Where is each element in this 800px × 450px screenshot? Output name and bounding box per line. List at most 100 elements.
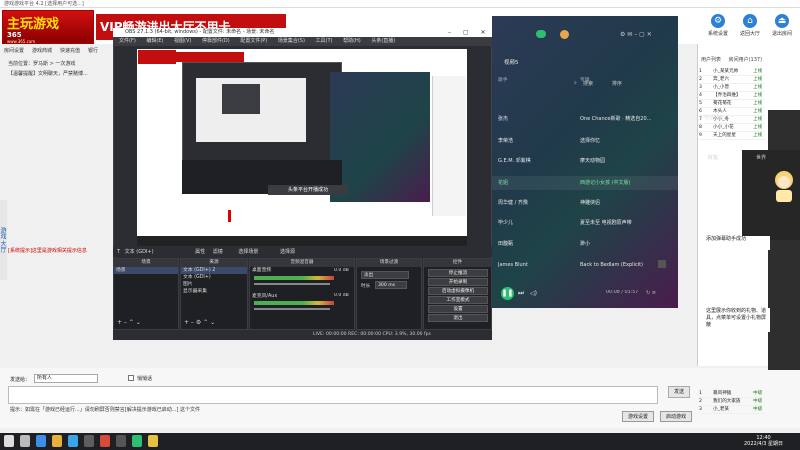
start-recording-button[interactable]: 开始录制 xyxy=(428,278,488,286)
chat-tab-world[interactable]: 世界 xyxy=(756,154,766,161)
file-explorer-icon[interactable] xyxy=(52,435,62,447)
menu-toutiao[interactable]: 头条(直播) xyxy=(371,38,395,44)
edge-icon[interactable] xyxy=(68,435,78,447)
list-item[interactable]: 毕少儿 夏至未至 电视剧原声带 xyxy=(492,216,678,230)
table-row[interactable]: 9 天上的星星 上线 xyxy=(699,132,765,140)
source-item[interactable]: 图片 xyxy=(181,281,247,288)
list-item[interactable]: 田馥甄 渺小 xyxy=(492,237,678,251)
game-icon[interactable] xyxy=(148,435,158,447)
table-row[interactable]: 3 小_老某 中级 xyxy=(699,406,765,414)
player-state: 上线 xyxy=(753,69,763,74)
whisper-checkbox[interactable] xyxy=(128,375,134,381)
volume-slider[interactable] xyxy=(254,308,330,310)
player-name: 天上的星星 xyxy=(713,133,736,138)
app-icon[interactable] xyxy=(100,435,110,447)
task-view-icon[interactable] xyxy=(36,435,46,447)
close-icon[interactable]: ✕ xyxy=(481,29,486,36)
minimize-icon[interactable]: – xyxy=(448,29,451,36)
add-source-icon[interactable]: + – ⚙ ⌃ ⌄ xyxy=(184,319,215,326)
tab-user-list[interactable]: 用户列表 xyxy=(701,57,721,63)
table-row[interactable]: 2 我们的大家族 中级 xyxy=(699,398,765,406)
select-scene-button[interactable]: 选择场景 xyxy=(238,249,258,255)
list-item-playing[interactable]: 花姐 西游记小女孩 (中文版) xyxy=(492,176,678,190)
scenes-dock-header: 场景 xyxy=(114,259,178,267)
preview-logo xyxy=(138,50,176,64)
exit-room-button[interactable]: ⏏ 退出房间 xyxy=(768,14,796,42)
maximize-icon[interactable]: ▢ xyxy=(463,29,469,36)
sort-button[interactable]: 排序 xyxy=(612,80,622,87)
music-icon[interactable] xyxy=(132,435,142,447)
menu-edit[interactable]: 编辑(E) xyxy=(146,38,163,44)
list-item[interactable]: 张杰 One Chance新歌 · 精选自20... xyxy=(492,112,678,126)
left-rail-tab[interactable]: 游戏 大厅 xyxy=(0,200,7,280)
tab-room-users[interactable]: 房间用户(137) xyxy=(729,57,762,63)
menu-tools[interactable]: 工具(T) xyxy=(316,38,333,44)
virtual-camera-button[interactable]: 启动虚拟摄像机 xyxy=(428,287,488,295)
table-row[interactable]: 1 暴风神猿 中级 xyxy=(699,390,765,398)
table-row[interactable]: 5 菊花菊花 上线 xyxy=(699,100,765,108)
toolbar-bank[interactable]: 银行 xyxy=(88,46,104,56)
preview-banner xyxy=(176,52,244,62)
return-lobby-button[interactable]: ⌂ 返回大厅 xyxy=(736,14,764,42)
toolbar-shop[interactable]: 游戏商城 xyxy=(32,46,58,56)
player-state: 上线 xyxy=(753,117,763,122)
menu-profile[interactable]: 配置文件(P) xyxy=(240,38,267,44)
start-game-button[interactable]: 启动游戏 xyxy=(660,411,692,422)
whisper-label: 悄悄话 xyxy=(137,376,153,382)
studio-mode-button[interactable]: 工作室模式 xyxy=(428,296,488,304)
menu-docks[interactable]: 停靠部件(D) xyxy=(202,38,230,44)
menu-help[interactable]: 帮助(H) xyxy=(343,38,361,44)
send-button[interactable]: 发送 xyxy=(668,386,690,398)
add-scene-icon[interactable]: + – ⌃ ⌄ xyxy=(117,319,141,326)
table-row[interactable]: 8 小小_小花 上线 xyxy=(699,124,765,132)
stop-streaming-button[interactable]: 停止推流 xyxy=(428,269,488,277)
select-source-button[interactable]: 选择源 xyxy=(280,249,295,255)
list-item[interactable]: 李荣浩 选择你忆 xyxy=(492,134,678,148)
source-item[interactable]: 显示器采集 xyxy=(181,288,247,295)
preview-red-marker xyxy=(228,210,231,222)
filters-button[interactable]: 滤镜 xyxy=(213,249,223,255)
game-settings-button[interactable]: 游戏设置 xyxy=(622,411,654,422)
pause-button[interactable]: ❚❚ xyxy=(501,287,514,300)
transition-select[interactable]: 淡出 xyxy=(361,271,409,279)
volume-icon[interactable]: ◁) xyxy=(530,290,537,297)
chat-tab-friends[interactable]: 好友 xyxy=(708,154,718,161)
player-name: 菊花菊花 xyxy=(713,101,732,106)
send-target-select[interactable]: 所有人 xyxy=(34,374,98,383)
duration-input[interactable]: 300 ms xyxy=(375,281,407,289)
toolbar-recharge[interactable]: 快速充值 xyxy=(60,46,86,56)
list-item[interactable]: G.E.M. 邓紫棋 摩天动物园 xyxy=(492,154,678,168)
store-icon[interactable] xyxy=(84,435,94,447)
menu-file[interactable]: 文件(F) xyxy=(119,38,136,44)
next-icon[interactable]: ⏭ xyxy=(518,289,524,298)
chat-input[interactable] xyxy=(8,386,658,404)
more-icon[interactable] xyxy=(658,260,666,268)
table-row[interactable]: 4 【乔治四维】 上线 xyxy=(699,92,765,100)
window-controls[interactable]: ⚙ ✉ – ▢ ✕ xyxy=(620,31,652,38)
volume-slider[interactable] xyxy=(254,283,330,285)
menu-view[interactable]: 视图(V) xyxy=(174,38,191,44)
player-state: 上线 xyxy=(753,125,763,130)
player-state: 中级 xyxy=(753,391,763,396)
tray-clock[interactable]: 12:40 2022/4/3 星期日 xyxy=(744,435,783,447)
table-row[interactable]: 3 小_小曾 上线 xyxy=(699,84,765,92)
avatar[interactable] xyxy=(560,30,569,39)
properties-button[interactable]: 属性 xyxy=(195,249,205,255)
source-item[interactable]: 文本 (GDI+) 2 xyxy=(181,267,247,274)
playback-mode-icon[interactable]: ↻ ≡ xyxy=(646,290,656,296)
settings-button[interactable]: 设置 xyxy=(428,305,488,313)
scene-item[interactable]: 场景 xyxy=(114,267,178,274)
menu-scene-collection[interactable]: 场景集合(S) xyxy=(278,38,305,44)
toolbar-room-settings[interactable]: 房间设置 xyxy=(4,46,30,56)
system-settings-button[interactable]: ⚙ 系统设置 xyxy=(704,14,732,42)
list-item[interactable]: James Blunt Back to Bedlam (Explicit) xyxy=(492,258,678,272)
exit-button[interactable]: 退出 xyxy=(428,314,488,322)
table-row[interactable]: 2 奔_老六 上线 xyxy=(699,76,765,84)
search-icon[interactable]: ⌕ xyxy=(574,80,577,86)
source-item[interactable]: 文本 (GDI+) xyxy=(181,274,247,281)
windows-start-icon[interactable] xyxy=(4,435,14,447)
list-item[interactable]: 周华健 / 齐豫 神雕侠侣 xyxy=(492,196,678,210)
obs-icon[interactable] xyxy=(116,435,126,447)
search-icon[interactable] xyxy=(20,435,30,447)
table-row[interactable]: 1 小_某某元帅 上线 xyxy=(699,68,765,76)
